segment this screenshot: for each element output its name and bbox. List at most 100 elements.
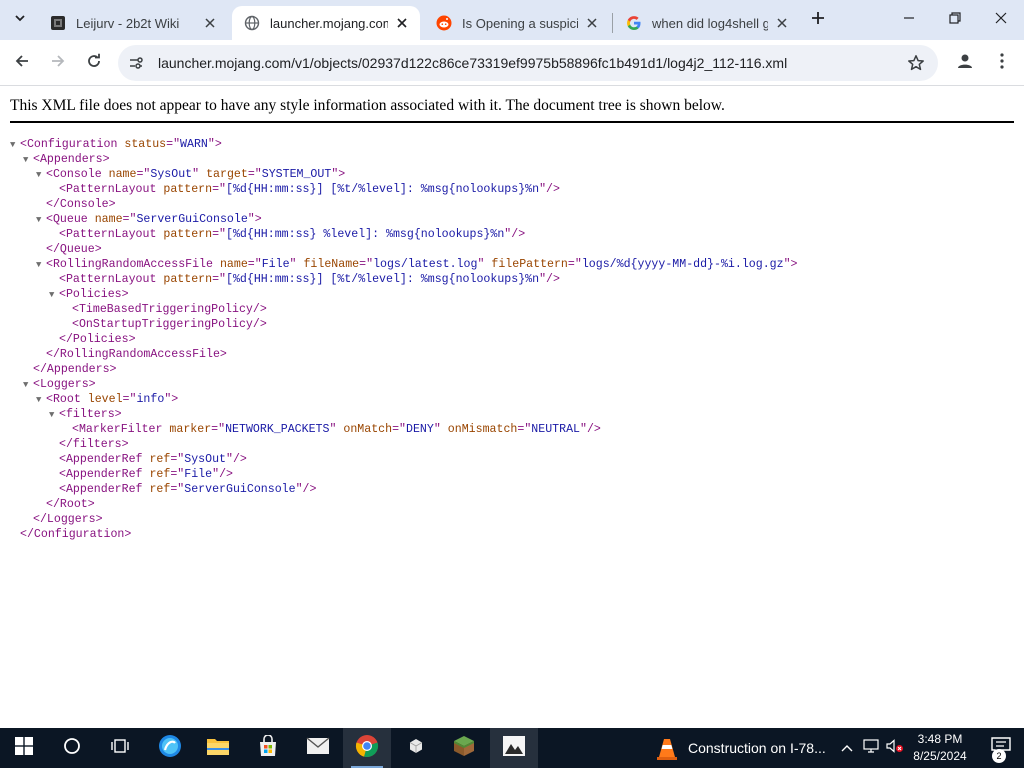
taskbar-app-file-explorer[interactable] xyxy=(194,728,242,768)
collapse-triangle-icon[interactable]: ▼ xyxy=(36,213,46,228)
xml-attribute-value: NEUTRAL xyxy=(531,423,580,436)
taskbar-app-chrome[interactable] xyxy=(343,728,391,768)
restore-icon xyxy=(949,11,961,29)
collapse-triangle-icon[interactable]: ▼ xyxy=(36,168,46,183)
xml-tree-line[interactable]: ▼ <Appenders> xyxy=(10,152,798,167)
xml-tree-line[interactable]: ▼ <Policies> xyxy=(10,287,798,302)
minimize-button[interactable] xyxy=(886,0,932,40)
system-clock[interactable]: 3:48 PM 8/25/2024 xyxy=(905,731,975,765)
taskbar-app-cube[interactable] xyxy=(392,728,440,768)
task-view-button[interactable] xyxy=(96,728,144,768)
tab-title: Is Opening a suspiciou xyxy=(462,15,578,31)
restore-button[interactable] xyxy=(932,0,978,40)
xml-tree-line: </Appenders> xyxy=(10,362,798,377)
xml-tag: <Policies> xyxy=(59,288,129,301)
search-button[interactable] xyxy=(48,728,96,768)
reload-icon xyxy=(86,53,102,74)
clock-time: 3:48 PM xyxy=(917,732,963,746)
photos-icon xyxy=(502,735,526,762)
collapse-triangle-icon[interactable]: ▼ xyxy=(23,153,33,168)
tab-search-button[interactable] xyxy=(8,8,32,32)
profile-button[interactable] xyxy=(953,51,977,75)
back-button[interactable] xyxy=(8,49,36,77)
xml-attribute-value: WARN xyxy=(180,138,208,151)
taskbar-app-edge[interactable] xyxy=(146,728,194,768)
close-icon[interactable] xyxy=(584,15,600,31)
xml-style-info: This XML file does not appear to have an… xyxy=(10,97,1014,123)
xml-attribute-value: File xyxy=(184,468,213,481)
xml-tag: <AppenderRef xyxy=(59,453,143,466)
xml-tree-line[interactable]: ▼ <Queue name="ServerGuiConsole"> xyxy=(10,212,798,227)
xml-attribute-value: [%d{HH:mm:ss}] [%t/%level]: %msg{nolooku… xyxy=(226,183,540,196)
news-headline: Construction on I-78... xyxy=(688,740,826,756)
xml-tag: </Policies> xyxy=(59,333,136,346)
xml-tree-line[interactable]: ▼ <Configuration status="WARN"> xyxy=(10,137,798,152)
network-button[interactable] xyxy=(860,728,882,768)
xml-tree-line[interactable]: ▼ <Root level="info"> xyxy=(10,392,798,407)
xml-attribute-value: [%d{HH:mm:ss}] [%t/%level]: %msg{nolooku… xyxy=(226,273,540,286)
reload-button[interactable] xyxy=(80,49,108,77)
volume-button[interactable] xyxy=(884,728,906,768)
collapse-triangle-icon[interactable]: ▼ xyxy=(36,258,46,273)
site-info-icon[interactable] xyxy=(124,51,148,75)
xml-tag: =" xyxy=(392,423,407,436)
collapse-triangle-icon[interactable]: ▼ xyxy=(49,408,59,423)
news-widget[interactable]: Construction on I-78... xyxy=(650,728,830,768)
xml-tag: =" xyxy=(247,258,262,271)
tab-google-search[interactable]: when did log4shell ge xyxy=(614,6,800,40)
xml-tree-line[interactable]: ▼ <RollingRandomAccessFile name="File" fi… xyxy=(10,257,798,272)
show-hidden-icons-button[interactable] xyxy=(836,728,858,768)
traffic-cone-icon xyxy=(654,735,680,761)
tab-strip: Leijurv - 2b2t Wiki launcher.mojang.com/… xyxy=(0,0,1024,40)
taskbar-app-store[interactable] xyxy=(244,728,292,768)
xml-attribute-name: marker xyxy=(162,423,212,436)
minecraft-grass-block-icon xyxy=(452,734,476,763)
collapse-triangle-icon[interactable]: ▼ xyxy=(49,288,59,303)
xml-tag: <AppenderRef xyxy=(59,483,143,496)
xml-tag: =" xyxy=(170,483,185,496)
xml-tag: =" xyxy=(122,213,137,226)
collapse-triangle-icon[interactable]: ▼ xyxy=(36,393,46,408)
close-icon[interactable] xyxy=(774,15,790,31)
xml-tree-line: <TimeBasedTriggeringPolicy/> xyxy=(10,302,798,317)
xml-tag: <Console xyxy=(46,168,102,181)
xml-tag: "> xyxy=(247,213,262,226)
xml-tree-line: </Queue> xyxy=(10,242,798,257)
windows-logo-icon xyxy=(15,736,33,760)
xml-tag: <Configuration xyxy=(20,138,118,151)
new-tab-button[interactable] xyxy=(806,8,830,32)
mail-icon xyxy=(306,736,330,760)
close-window-button[interactable] xyxy=(978,0,1024,40)
tab-reddit[interactable]: Is Opening a suspiciou xyxy=(424,6,610,40)
xml-tree-line[interactable]: ▼ <Console name="SysOut" target="SYSTEM_O… xyxy=(10,167,798,182)
xml-tag: "/> xyxy=(226,453,247,466)
xml-tree-line: <AppenderRef ref="ServerGuiConsole"/> xyxy=(10,482,798,497)
address-bar[interactable]: launcher.mojang.com/v1/objects/02937d122… xyxy=(118,45,938,81)
tab-2b2t-wiki[interactable]: Leijurv - 2b2t Wiki xyxy=(38,6,228,40)
xml-tag: <Appenders> xyxy=(33,153,110,166)
xml-tree-line[interactable]: ▼ <filters> xyxy=(10,407,798,422)
xml-tag: =" xyxy=(359,258,374,271)
start-button[interactable] xyxy=(0,728,48,768)
browser-menu-button[interactable] xyxy=(990,51,1014,75)
xml-tag: "/> xyxy=(212,468,233,481)
collapse-triangle-icon[interactable]: ▼ xyxy=(10,138,20,153)
close-icon[interactable] xyxy=(202,15,218,31)
xml-attribute-name: ref xyxy=(142,483,171,496)
tab-mojang-launcher[interactable]: launcher.mojang.com/ xyxy=(232,6,420,40)
xml-tag: <OnStartupTriggeringPolicy/> xyxy=(72,318,267,331)
close-icon[interactable] xyxy=(394,15,410,31)
taskbar-app-minecraft[interactable] xyxy=(440,728,488,768)
notification-count-badge: 2 xyxy=(992,749,1006,763)
xml-tree-line: <OnStartupTriggeringPolicy/> xyxy=(10,317,798,332)
taskbar-app-mail[interactable] xyxy=(294,728,342,768)
collapse-triangle-icon[interactable]: ▼ xyxy=(23,378,33,393)
url-text[interactable]: launcher.mojang.com/v1/objects/02937d122… xyxy=(158,55,787,71)
taskbar-app-photos[interactable] xyxy=(490,728,538,768)
xml-attribute-value: logs/%d{yyyy-MM-dd}-%i.log.gz xyxy=(581,258,784,271)
xml-tree-line: </Console> xyxy=(10,197,798,212)
xml-tree-line: </Configuration> xyxy=(10,527,798,542)
bookmark-star-icon[interactable] xyxy=(904,51,928,75)
forward-button[interactable] xyxy=(44,49,72,77)
xml-tree-line[interactable]: ▼ <Loggers> xyxy=(10,377,798,392)
